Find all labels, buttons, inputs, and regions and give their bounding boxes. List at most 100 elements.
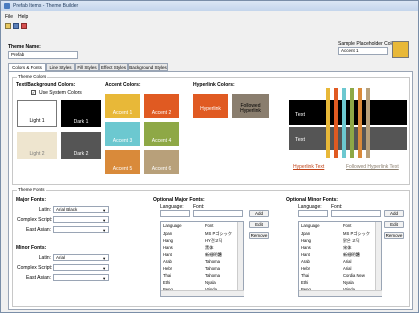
close-icon[interactable] xyxy=(21,23,27,29)
minor-fonts-title: Minor Fonts: xyxy=(16,245,47,251)
list-item-font[interactable]: Tahoma xyxy=(205,273,220,278)
light1-swatch[interactable]: Light 1 xyxy=(17,100,57,127)
list-item-language[interactable]: Hebr xyxy=(301,266,310,271)
horizontal-scrollbar[interactable] xyxy=(161,290,244,296)
tab-line-styles[interactable]: Line Styles xyxy=(46,63,75,71)
chevron-down-icon: ▾ xyxy=(103,228,106,233)
dark1-swatch[interactable]: Dark 1 xyxy=(61,100,101,127)
list-item-language[interactable]: Thai xyxy=(163,273,171,278)
optional-major-list[interactable]: Language Font Jpan MS Pゴシック Hang HY견고딕 Hans 黑… xyxy=(160,221,244,297)
chevron-down-icon: ▾ xyxy=(103,276,106,281)
list-item-font[interactable]: 新細明體 xyxy=(343,252,360,258)
menu-file[interactable]: File xyxy=(5,14,13,20)
optional-minor-edit-button[interactable]: Edit xyxy=(384,221,404,228)
accent2-swatch[interactable]: Accent 2 xyxy=(144,94,179,118)
list-item-font[interactable]: Cordia New xyxy=(343,273,365,278)
list-item-font[interactable]: 新細明體 xyxy=(205,252,222,258)
list-item-font[interactable]: 黑体 xyxy=(205,245,213,251)
minor-east-select[interactable]: ▾ xyxy=(53,274,109,281)
list-item-language[interactable]: Hans xyxy=(301,245,311,250)
major-latin-select[interactable]: Arial Black ▾ xyxy=(53,206,109,213)
hyperlink-swatch[interactable]: Hyperlink xyxy=(193,94,228,118)
chevron-down-icon: ▾ xyxy=(103,218,106,223)
optional-major-add-button[interactable]: Add xyxy=(249,210,269,217)
list-item-language[interactable]: Hant xyxy=(163,252,172,257)
chevron-down-icon: ▾ xyxy=(103,208,106,213)
list-item-font[interactable]: Nyala xyxy=(343,280,354,285)
tab-fill-styles[interactable]: Fill Styles xyxy=(75,63,99,71)
tab-effect-styles[interactable]: Effect Styles xyxy=(99,63,128,71)
list-item-font[interactable]: Tahoma xyxy=(205,259,220,264)
preview-hyperlink-text: Hyperlink Text xyxy=(293,164,325,170)
optional-minor-language-input[interactable] xyxy=(298,210,328,217)
preview-dark-bar xyxy=(289,100,407,125)
preview-accent3-stripe xyxy=(342,88,346,158)
list-item-language[interactable]: Arab xyxy=(163,259,172,264)
list-item-font[interactable]: Tahoma xyxy=(205,266,220,271)
list-item-font[interactable]: MS Pゴシック xyxy=(205,231,232,237)
list-item-language[interactable]: Hebr xyxy=(163,266,172,271)
optional-minor-font-input[interactable] xyxy=(331,210,381,217)
accent3-swatch[interactable]: Accent 3 xyxy=(105,122,140,146)
major-complex-label: Complex Script: xyxy=(17,217,53,223)
minor-latin-select[interactable]: Arial ▾ xyxy=(53,254,109,261)
textbg-colors-title: Text/Background Colors: xyxy=(16,82,76,88)
accent5-swatch[interactable]: Accent 5 xyxy=(105,150,140,174)
followed-hyperlink-label: Followed Hyperlink xyxy=(240,103,261,114)
list-item-language[interactable]: Ethi xyxy=(163,280,170,285)
optional-major-language-input[interactable] xyxy=(160,210,190,217)
accent4-swatch[interactable]: Accent 4 xyxy=(144,122,179,146)
dark2-swatch[interactable]: Dark 2 xyxy=(61,132,101,159)
list-item-language[interactable]: Hans xyxy=(163,245,173,250)
major-east-label: East Asian: xyxy=(26,227,52,233)
list-item-language[interactable]: Thai xyxy=(301,273,309,278)
list-item-font[interactable]: Arial xyxy=(343,266,351,271)
accent2-label: Accent 2 xyxy=(151,110,172,116)
theme-fonts-group: Theme Fonts Major Fonts: Latin: Arial Bl… xyxy=(12,187,410,307)
col-language-header: Language xyxy=(301,223,320,228)
tab-background-styles[interactable]: Background Styles xyxy=(128,63,168,71)
list-item-language[interactable]: Ethi xyxy=(301,280,308,285)
col-font-header: Font xyxy=(205,223,214,228)
theme-name-input[interactable]: Prefab xyxy=(8,51,78,59)
optional-major-remove-button[interactable]: Remove xyxy=(249,232,269,239)
light2-swatch[interactable]: Light 2 xyxy=(17,132,57,159)
preview-followed-text: Followed Hyperlink Text xyxy=(346,164,399,170)
horizontal-scrollbar[interactable] xyxy=(299,290,382,296)
menu-help[interactable]: Help xyxy=(18,14,28,20)
list-item-language[interactable]: Hang xyxy=(163,238,173,243)
theme-colors-group: Theme Colors Text/Background Colors: ✓ U… xyxy=(12,74,410,185)
list-item-font[interactable]: 宋体 xyxy=(343,245,351,251)
list-item-font[interactable]: 맑은 고딕 xyxy=(343,238,360,244)
list-item-font[interactable]: Arial xyxy=(343,259,351,264)
vertical-scrollbar[interactable] xyxy=(237,222,243,292)
minor-complex-select[interactable]: ▾ xyxy=(53,264,109,271)
sample-placeholder-select[interactable]: Accent 1 xyxy=(338,47,388,55)
optional-minor-list[interactable]: Language Font Jpan MS Pゴシック Hang 맑은 고딕 Hans 宋… xyxy=(298,221,382,297)
optional-minor-add-button[interactable]: Add xyxy=(384,210,404,217)
vertical-scrollbar[interactable] xyxy=(375,222,381,292)
list-item-language[interactable]: Jpan xyxy=(301,231,310,236)
accent1-swatch[interactable]: Accent 1 xyxy=(105,94,140,118)
preview-accent2-stripe xyxy=(334,88,338,158)
major-east-select[interactable]: ▾ xyxy=(53,226,109,233)
open-folder-icon[interactable] xyxy=(5,23,11,29)
followed-hyperlink-swatch[interactable]: Followed Hyperlink xyxy=(232,94,269,118)
list-item-font[interactable]: MS Pゴシック xyxy=(343,231,370,237)
list-item-language[interactable]: Arab xyxy=(301,259,310,264)
list-item-font[interactable]: Nyala xyxy=(205,280,216,285)
major-complex-select[interactable]: ▾ xyxy=(53,216,109,223)
list-item-font[interactable]: HY견고딕 xyxy=(205,238,222,244)
optional-major-edit-button[interactable]: Edit xyxy=(249,221,269,228)
list-item-language[interactable]: Hant xyxy=(301,252,310,257)
list-item-language[interactable]: Hang xyxy=(301,238,311,243)
optional-minor-remove-button[interactable]: Remove xyxy=(384,232,404,239)
accent5-label: Accent 5 xyxy=(112,166,133,172)
optional-major-font-input[interactable] xyxy=(193,210,243,217)
list-item-language[interactable]: Jpan xyxy=(163,231,172,236)
save-icon[interactable] xyxy=(13,23,19,29)
use-system-colors-checkbox[interactable]: ✓ xyxy=(31,90,36,95)
major-fonts-title: Major Fonts: xyxy=(16,197,46,203)
accent6-swatch[interactable]: Accent 6 xyxy=(144,150,179,174)
light2-label: Light 2 xyxy=(29,151,45,157)
